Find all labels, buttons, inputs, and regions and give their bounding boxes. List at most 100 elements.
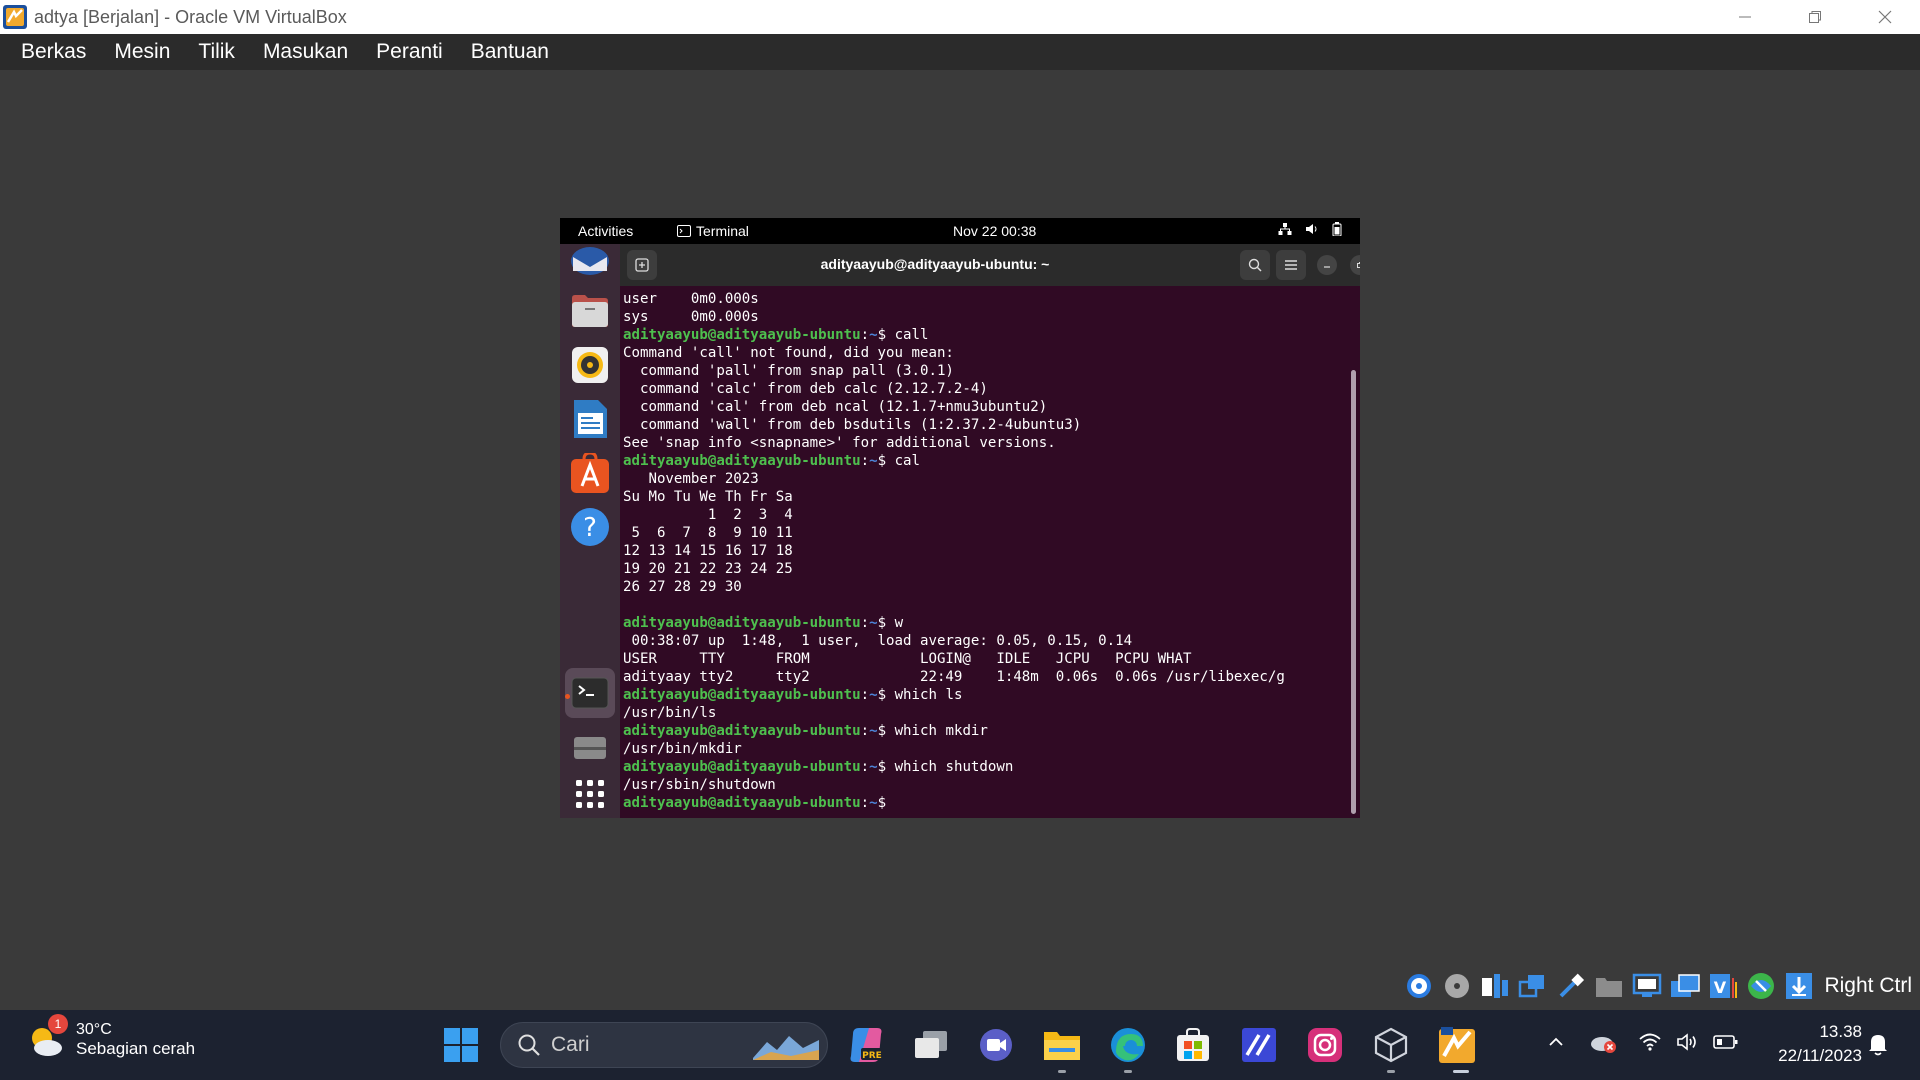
taskbar-task-view[interactable] [910, 1024, 952, 1066]
menu-mesin[interactable]: Mesin [104, 40, 180, 64]
taskbar-edge[interactable] [1107, 1024, 1149, 1066]
weather-icon-wrap: 1 [26, 1014, 68, 1060]
taskbar-file-explorer[interactable] [1041, 1024, 1083, 1066]
ubuntu-dock: ? [560, 244, 620, 818]
taskbar-clock[interactable]: 13.38 22/11/2023 [1778, 1020, 1862, 1068]
show-apps-icon [576, 780, 604, 808]
file-explorer-running [1058, 1070, 1066, 1073]
prompt-command: $ which mkdir [877, 723, 988, 739]
terminal-body[interactable]: user 0m0.000s sys 0m0.000s adityaayub@adit… [620, 286, 1360, 818]
start-button[interactable] [440, 1024, 482, 1066]
dock-optical-drive[interactable] [570, 728, 610, 768]
guest-system-status[interactable] [1278, 222, 1342, 236]
restore-icon [1809, 11, 1821, 23]
dock-help[interactable]: ? [570, 507, 610, 547]
taskbar-copilot[interactable]: PRE [845, 1024, 887, 1066]
taskbar-vscode-app[interactable] [1238, 1024, 1280, 1066]
dock-terminal[interactable] [570, 673, 610, 713]
volume-icon [1306, 224, 1317, 234]
terminal-output[interactable]: user 0m0.000s sys 0m0.000s adityaayub@adit… [623, 290, 1285, 812]
cube-app-running [1387, 1070, 1395, 1073]
minimize-button[interactable] [1710, 0, 1780, 34]
taskbar-teams[interactable] [975, 1024, 1017, 1066]
notification-center-button[interactable] [1867, 1032, 1889, 1056]
prompt-separator: : [860, 615, 870, 631]
tray-overflow-button[interactable] [1546, 1032, 1566, 1052]
prompt-path: ~ [869, 687, 878, 703]
hard-disk-indicator[interactable] [1403, 971, 1434, 1002]
cpu-indicator[interactable] [1745, 971, 1776, 1002]
menu-masukan[interactable]: Masukan [253, 40, 358, 64]
display-indicator[interactable] [1631, 971, 1662, 1002]
recording-indicator[interactable] [1669, 971, 1700, 1002]
taskbar-virtualbox-vm[interactable] [1436, 1024, 1478, 1066]
clock-date: 22/11/2023 [1778, 1046, 1862, 1065]
tray-battery[interactable] [1713, 1032, 1739, 1052]
prompt-separator: : [860, 759, 870, 775]
terminal-scrollbar[interactable] [1351, 370, 1356, 814]
menu-tilik[interactable]: Tilik [188, 40, 245, 64]
terminal-prompt-line: adityaayub@adityaayub-ubuntu:~$ which ls [623, 686, 1285, 704]
optical-disk-indicator[interactable] [1441, 971, 1472, 1002]
weather-widget[interactable]: 1 30°C Sebagian cerah [26, 1014, 195, 1060]
network-wired-icon [1278, 223, 1292, 235]
mouse-integration-indicator[interactable] [1783, 971, 1814, 1002]
mouse-integration-icon [1785, 973, 1812, 999]
guest-clock[interactable]: Nov 22 00:38 [953, 223, 1036, 239]
thunderbird-icon [571, 247, 609, 275]
dock-rhythmbox[interactable] [570, 345, 610, 385]
virtualbox-app-icon[interactable] [2, 4, 28, 30]
optical-drive-icon [574, 737, 606, 759]
app-menu-terminal[interactable]: Terminal [677, 223, 749, 239]
terminal-prompt-line: adityaayub@adityaayub-ubuntu:~$ cal [623, 452, 1285, 470]
terminal-output-line: USER TTY FROM LOGIN@ IDLE JCPU PCPU WHAT [623, 651, 1192, 667]
taskbar-virtualbox-manager[interactable] [1370, 1024, 1412, 1066]
usb-indicator[interactable] [1555, 971, 1586, 1002]
dock-thunderbird[interactable] [570, 242, 610, 282]
terminal-prompt-line: adityaayub@adityaayub-ubuntu:~$ w [623, 614, 1285, 632]
terminal-output-line: adityaay tty2 tty2 22:49 1:48m 0.06s 0.0… [623, 669, 1285, 685]
network-indicator[interactable] [1517, 971, 1548, 1002]
copilot-icon: PRE [850, 1028, 883, 1062]
activities-button[interactable]: Activities [578, 223, 633, 239]
prompt-path: ~ [869, 795, 878, 811]
menu-berkas[interactable]: Berkas [11, 40, 96, 64]
guest-screen[interactable]: Activities Terminal Nov 22 00:38 ? adity… [560, 218, 1360, 818]
search-placeholder: Cari [551, 1033, 590, 1056]
windows-start-icon [444, 1028, 478, 1062]
menu-peranti[interactable]: Peranti [366, 40, 453, 64]
prompt-command: $ which ls [877, 687, 963, 703]
taskbar-search[interactable]: Cari [500, 1022, 828, 1068]
restore-button[interactable] [1780, 0, 1850, 34]
vbox-status-bar: V Right Ctrl [1403, 966, 1920, 1006]
terminal-menu-button[interactable] [1276, 250, 1306, 280]
terminal-output-line: November 2023 [623, 471, 759, 487]
virtualbox-vm-running [1453, 1070, 1469, 1073]
terminal-output-line: command 'wall' from deb bsdutils (1:2.37… [623, 417, 1082, 433]
taskbar-instagram[interactable] [1304, 1024, 1346, 1066]
dock-writer[interactable] [570, 399, 610, 439]
terminal-prompt-line: adityaayub@adityaayub-ubuntu:~$ call [623, 326, 1285, 344]
terminal-minimize-button[interactable] [1317, 255, 1337, 275]
menu-bantuan[interactable]: Bantuan [461, 40, 559, 64]
shared-folders-indicator[interactable] [1593, 971, 1624, 1002]
dock-files[interactable] [570, 290, 610, 330]
host-key-label[interactable]: Right Ctrl [1824, 974, 1912, 998]
audio-indicator[interactable] [1479, 971, 1510, 1002]
dock-app-center[interactable] [570, 453, 610, 493]
dock-show-apps[interactable] [570, 774, 610, 814]
prompt-path: ~ [869, 615, 878, 631]
prompt-path: ~ [869, 453, 878, 469]
tray-volume[interactable] [1676, 1032, 1700, 1052]
vt-x-indicator[interactable]: V [1707, 971, 1738, 1002]
close-button[interactable] [1850, 0, 1920, 34]
prompt-user-host: adityaayub@adityaayub-ubuntu [623, 795, 861, 811]
terminal-maximize-button[interactable] [1350, 255, 1360, 275]
tray-onedrive[interactable] [1589, 1032, 1617, 1054]
hard-disk-icon [1406, 974, 1431, 998]
terminal-search-button[interactable] [1240, 250, 1270, 280]
tray-wifi[interactable] [1638, 1032, 1662, 1052]
windows-taskbar: 1 30°C Sebagian cerah Cari PRE 13.38 22/… [0, 1010, 1920, 1080]
taskbar-store[interactable] [1172, 1024, 1214, 1066]
terminal-output-line: See 'snap info <snapname>' for additiona… [623, 435, 1056, 451]
